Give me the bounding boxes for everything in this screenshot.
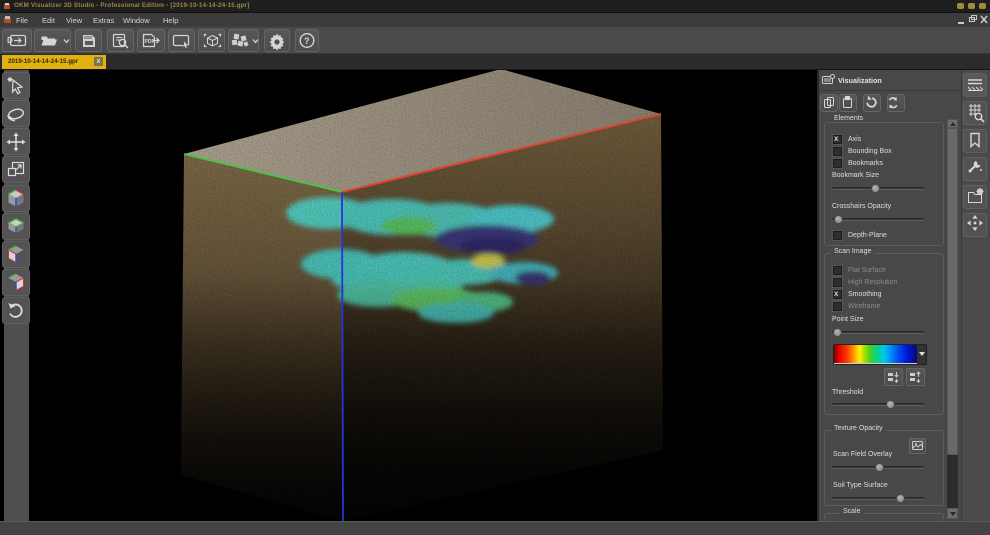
svg-text:?: ?: [304, 36, 310, 46]
svg-text:D: D: [7, 36, 13, 45]
